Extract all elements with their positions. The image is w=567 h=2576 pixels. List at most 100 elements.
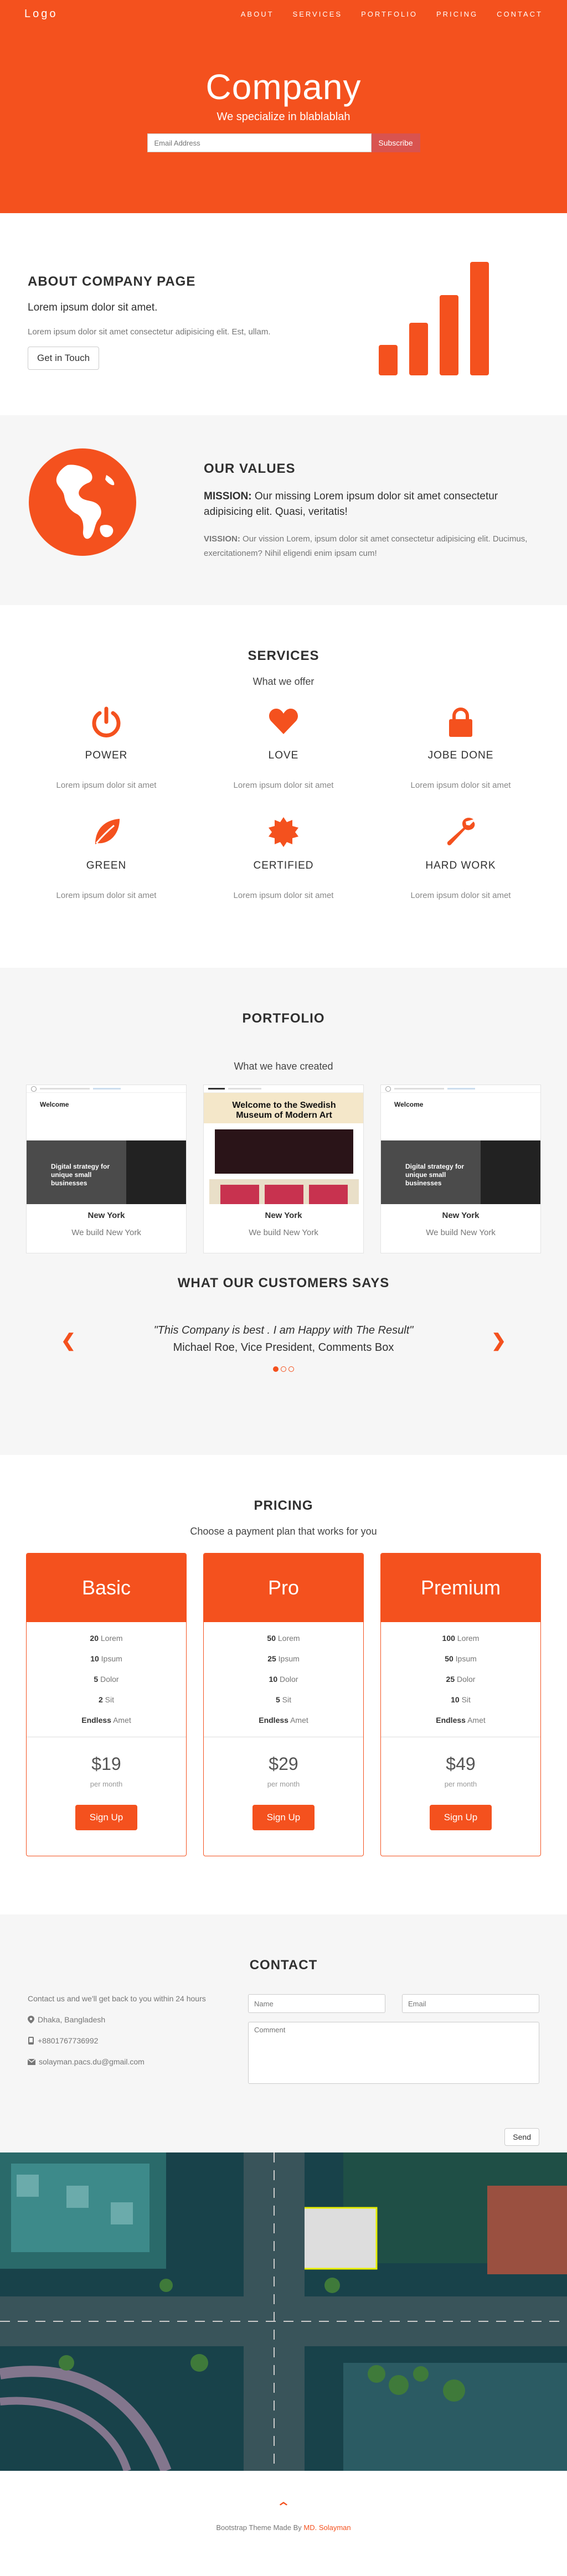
plan-card: Premium 100 Lorem 50 Ipsum 25 Dolor 10 S…	[380, 1553, 541, 1856]
plan-period: per month	[267, 1780, 300, 1788]
plan-features: 100 Lorem 50 Ipsum 25 Dolor 10 Sit Endle…	[381, 1622, 540, 1732]
mission-label: MISSION:	[204, 491, 252, 502]
service-desc: Lorem ipsum dolor sit amet	[56, 781, 157, 790]
comment-field[interactable]	[248, 2022, 539, 2084]
site-title: Welcome	[394, 1101, 424, 1108]
subscribe-form: Subscribe	[0, 133, 567, 152]
mission-text: MISSION: Our missing Lorem ipsum dolor s…	[204, 489, 536, 520]
pricing-plans: Basic 20 Lorem 10 Ipsum 5 Dolor 2 Sit En…	[0, 1553, 567, 1856]
subscribe-button[interactable]: Subscribe	[371, 133, 420, 152]
nav-portfolio[interactable]: PORTFOLIO	[361, 10, 417, 18]
testimonial-carousel: ❮ ❯ "This Company is best . I am Happy w…	[0, 1324, 567, 1380]
nav-pricing[interactable]: PRICING	[436, 10, 478, 18]
pricing-section: PRICING Choose a payment plan that works…	[0, 1455, 567, 1914]
sign-up-button[interactable]: Sign Up	[429, 1805, 492, 1830]
footer-credit-text: Bootstrap Theme Made By	[216, 2523, 302, 2532]
wrench-icon	[443, 814, 478, 850]
portfolio-caption: We build New York	[249, 1228, 318, 1237]
carousel-dot[interactable]	[288, 1366, 294, 1372]
email-field[interactable]	[402, 1994, 539, 2013]
portfolio-card[interactable]: Welcome Digital strategy for unique smal…	[26, 1085, 187, 1253]
hero: Company We specialize in blablablah Subs…	[0, 0, 567, 213]
pricing-heading: PRICING	[254, 1498, 313, 1513]
services-section: SERVICES What we offer POWER Lorem ipsum…	[0, 605, 567, 968]
plan-feature: 25 Ipsum	[267, 1654, 300, 1663]
plan-card: Basic 20 Lorem 10 Ipsum 5 Dolor 2 Sit En…	[26, 1553, 187, 1856]
sign-up-button[interactable]: Sign Up	[75, 1805, 138, 1830]
nav-links: ABOUT SERVICES PORTFOLIO PRICING CONTACT	[241, 10, 543, 18]
plan-card: Pro 50 Lorem 25 Ipsum 10 Dolor 5 Sit End…	[203, 1553, 364, 1856]
navbar: Logo ABOUT SERVICES PORTFOLIO PRICING CO…	[0, 0, 567, 28]
nav-services[interactable]: SERVICES	[293, 10, 343, 18]
service-desc: Lorem ipsum dolor sit amet	[410, 891, 511, 900]
portfolio-card[interactable]: Welcome to the Swedish Museum of Modern …	[203, 1085, 364, 1253]
portfolio-caption: We build New York	[426, 1228, 496, 1237]
get-in-touch-button[interactable]: Get in Touch	[28, 347, 100, 370]
plan-features: 50 Lorem 25 Ipsum 10 Dolor 5 Sit Endless…	[204, 1622, 363, 1732]
plan-feature: Endless Amet	[259, 1716, 308, 1725]
portfolio-section: PORTFOLIO What we have created Welcome D…	[0, 968, 567, 1455]
contact-phone: +8801767736992	[28, 2036, 206, 2045]
service-title: HARD WORK	[425, 860, 496, 871]
author-link[interactable]: MD. Solayman	[303, 2523, 350, 2532]
pricing-sub: Choose a payment plan that works for you	[190, 1526, 377, 1537]
vission-text: VISSION: Our vission Lorem, ipsum dolor …	[204, 532, 536, 561]
plan-feature: Endless Amet	[436, 1716, 486, 1725]
plan-feature: 2 Sit	[98, 1695, 115, 1704]
plan-period: per month	[444, 1780, 477, 1788]
contact-form	[248, 1994, 539, 2087]
nav-contact[interactable]: CONTACT	[497, 10, 543, 18]
plan-price: $49 per month Sign Up	[381, 1737, 540, 1830]
send-button[interactable]: Send	[504, 2128, 539, 2146]
bar-chart-icon	[379, 262, 489, 375]
values-heading: OUR VALUES	[204, 461, 296, 476]
service-title: GREEN	[86, 860, 127, 871]
portfolio-caption: We build New York	[71, 1228, 141, 1237]
portfolio-image: Welcome to the Swedish Museum of Modern …	[204, 1085, 363, 1204]
contact-heading: CONTACT	[249, 1958, 318, 1973]
phone-icon	[28, 2037, 34, 2045]
plan-period: per month	[90, 1780, 123, 1788]
plan-price: $19 per month Sign Up	[27, 1737, 186, 1830]
portfolio-heading: PORTFOLIO	[242, 1011, 325, 1026]
plan-price: $29 per month Sign Up	[204, 1737, 363, 1830]
chevron-right-icon[interactable]: ❯	[491, 1330, 506, 1351]
values-text: OUR VALUES MISSION: Our missing Lorem ip…	[204, 461, 536, 561]
leaf-icon	[89, 814, 124, 850]
name-field[interactable]	[248, 1994, 385, 2013]
sign-up-button[interactable]: Sign Up	[252, 1805, 315, 1830]
carousel-dot[interactable]	[281, 1366, 286, 1372]
vission-body: Our vission Lorem, ipsum dolor sit amet …	[204, 534, 528, 558]
vission-label: VISSION:	[204, 534, 240, 544]
services-grid: POWER Lorem ipsum dolor sit amet LOVE Lo…	[0, 704, 567, 900]
chevron-left-icon[interactable]: ❮	[61, 1330, 76, 1351]
service-desc: Lorem ipsum dolor sit amet	[233, 781, 334, 790]
values-section: OUR VALUES MISSION: Our missing Lorem ip…	[0, 415, 567, 605]
plan-amount: $49	[446, 1754, 476, 1774]
testimonial-quote: "This Company is best . I am Happy with …	[153, 1324, 414, 1336]
globe-icon	[29, 448, 136, 556]
email-input[interactable]	[147, 133, 372, 152]
service-title: JOBE DONE	[427, 750, 494, 761]
service-desc: Lorem ipsum dolor sit amet	[410, 781, 511, 790]
plan-name: Basic	[27, 1553, 186, 1622]
portfolio-city: New York	[265, 1211, 302, 1220]
service-title: CERTIFIED	[253, 860, 314, 871]
hero-tagline: We specialize in blablablah	[217, 111, 350, 123]
plan-feature: 25 Dolor	[446, 1675, 476, 1684]
logo[interactable]: Logo	[24, 8, 58, 20]
customers-heading: WHAT OUR CUSTOMERS SAYS	[177, 1276, 390, 1290]
nav-about[interactable]: ABOUT	[241, 10, 274, 18]
contact-intro: Contact us and we'll get back to you wit…	[28, 1994, 206, 2003]
chevron-up-icon[interactable]: ⌃	[0, 2500, 567, 2516]
carousel-dot[interactable]	[273, 1366, 279, 1372]
service-desc: Lorem ipsum dolor sit amet	[56, 891, 157, 900]
portfolio-card[interactable]: Welcome Digital strategy for unique smal…	[380, 1085, 541, 1253]
power-icon	[89, 704, 124, 740]
contact-section: CONTACT Contact us and we'll get back to…	[0, 1914, 567, 2152]
plan-feature: 10 Sit	[451, 1695, 471, 1704]
service-item: GREEN Lorem ipsum dolor sit amet	[18, 814, 195, 900]
site-banner: Digital strategy for unique small busine…	[405, 1163, 465, 1187]
plan-feature: 50 Lorem	[267, 1634, 300, 1643]
site-banner: Digital strategy for unique small busine…	[51, 1163, 110, 1187]
